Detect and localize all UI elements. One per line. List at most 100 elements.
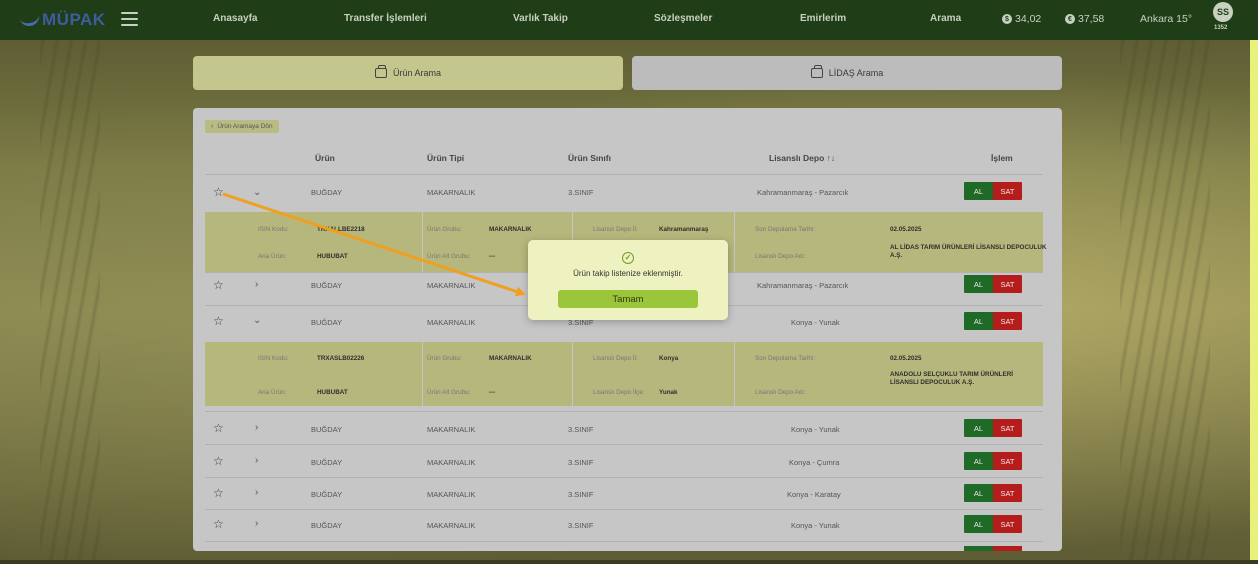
check-circle-icon: ✓: [622, 252, 634, 264]
buy-button[interactable]: AL: [964, 452, 993, 470]
detail-son-depolama-tarihi: 02.05.2025: [890, 355, 922, 362]
sell-button[interactable]: SAT: [993, 312, 1022, 330]
star-icon[interactable]: ☆: [213, 487, 224, 499]
detail-ana-urun: HUBUBAT: [317, 253, 348, 260]
sell-button[interactable]: SAT: [993, 484, 1022, 502]
chevron-right-icon[interactable]: ›: [255, 456, 258, 466]
buy-button[interactable]: AL: [964, 182, 993, 200]
row-depo: Konya - Yunak: [791, 425, 840, 434]
detail-isin: TRXASLB02226: [317, 355, 365, 362]
sell-button[interactable]: SAT: [993, 515, 1022, 533]
wheat-stalks-decoration: [40, 40, 100, 564]
row-divider: [205, 509, 1043, 510]
row-tip: MAKARNALIK: [427, 458, 476, 467]
hamburger-menu-icon[interactable]: [121, 12, 138, 26]
star-icon[interactable]: ☆: [213, 315, 224, 327]
buy-button-partial[interactable]: [964, 546, 993, 551]
detail-urun-alt-grubu: ---: [489, 389, 496, 396]
detail-label: Ana Ürün:: [258, 253, 287, 260]
nav-varlik-takip[interactable]: Varlık Takip: [513, 13, 568, 24]
row-depo: Konya - Çumra: [789, 458, 840, 467]
logo-mark-icon: [18, 12, 42, 28]
sell-button[interactable]: SAT: [993, 452, 1022, 470]
chevron-right-icon[interactable]: ›: [255, 280, 258, 290]
detail-son-depolama-tarihi: 02.05.2025: [890, 226, 922, 233]
detail-label: Lisanslı Depo Adı:: [755, 389, 806, 396]
row-depo: Konya - Karatay: [787, 490, 841, 499]
buy-button[interactable]: AL: [964, 275, 993, 293]
detail-depo-il: Kahramanmaraş: [659, 226, 709, 233]
user-avatar[interactable]: SS: [1213, 2, 1233, 22]
row-urun: BUĞDAY: [311, 425, 343, 434]
buy-button[interactable]: AL: [964, 312, 993, 330]
nav-arama[interactable]: Arama: [930, 13, 961, 24]
mupak-logo[interactable]: MÜPAK: [18, 9, 106, 31]
sell-button[interactable]: SAT: [993, 275, 1022, 293]
tab-lidas-arama[interactable]: LİDAŞ Arama: [632, 56, 1062, 90]
header-urun-sinifi: Ürün Sınıfı: [568, 153, 611, 163]
detail-depo-ilce: Yunak: [659, 389, 678, 396]
chevron-left-icon: ‹: [211, 123, 214, 130]
chevron-down-icon[interactable]: ⌄: [253, 188, 261, 198]
sell-button[interactable]: SAT: [993, 419, 1022, 437]
basket-icon: [374, 65, 387, 78]
detail-label: Lisanslı Depo İl:: [593, 226, 638, 233]
star-icon[interactable]: ☆: [213, 279, 224, 291]
euro-icon: €: [1065, 14, 1075, 24]
chevron-right-icon[interactable]: ›: [255, 488, 258, 498]
row-depo: Kahramanmaraş - Pazarcık: [757, 281, 849, 290]
detail-col-tarih-label: Son Depolama Tarihi: Lisanslı Depo Adı:: [735, 342, 885, 406]
row-tip: MAKARNALIK: [427, 188, 476, 197]
ok-button[interactable]: Tamam: [558, 290, 698, 308]
star-icon[interactable]: ☆: [213, 422, 224, 434]
chevron-down-icon[interactable]: ⌄: [253, 316, 261, 326]
detail-depo-adi: AL LİDAS TARIM ÜRÜNLERİ LİSANSLI DEPOCUL…: [890, 244, 1047, 259]
detail-col-il: Lisanslı Depo İl: Konya Lisanslı Depo İl…: [573, 342, 735, 406]
row-urun: BUĞDAY: [311, 281, 343, 290]
row-sinif: 3.SINIF: [568, 425, 594, 434]
star-icon[interactable]: ☆: [213, 186, 224, 198]
nav-emirlerim[interactable]: Emirlerim: [800, 13, 846, 24]
wheat-stalks-decoration: [1120, 40, 1210, 564]
back-to-search-label: Ürün Aramaya Dön: [217, 123, 273, 130]
nav-anasayfa[interactable]: Anasayfa: [213, 13, 257, 24]
star-icon[interactable]: ☆: [213, 518, 224, 530]
buy-button[interactable]: AL: [964, 515, 993, 533]
row-urun: BUĞDAY: [311, 318, 343, 327]
sell-button[interactable]: SAT: [993, 182, 1022, 200]
detail-label: Ürün Grubu:: [427, 226, 462, 233]
star-icon[interactable]: ☆: [213, 455, 224, 467]
row-tip: MAKARNALIK: [427, 318, 476, 327]
header-lisansli-depo[interactable]: Lisanslı Depo ↑↓: [769, 153, 835, 163]
detail-urun-grubu: MAKARNALIK: [489, 355, 532, 362]
row-urun: BUĞDAY: [311, 458, 343, 467]
chevron-right-icon[interactable]: ›: [255, 423, 258, 433]
buy-button[interactable]: AL: [964, 484, 993, 502]
logo-text: MÜPAK: [42, 10, 106, 29]
detail-col-tarih-label: Son Depolama Tarihi: Lisanslı Depo Adı:: [735, 212, 885, 272]
chevron-right-icon[interactable]: ›: [255, 519, 258, 529]
row-tip: MAKARNALIK: [427, 490, 476, 499]
nav-transfer-islemleri[interactable]: Transfer İşlemleri: [344, 13, 427, 24]
row-depo: Konya - Yunak: [791, 521, 840, 530]
row-divider: [205, 444, 1043, 445]
eur-rate-value: 37,58: [1078, 13, 1105, 25]
tab-urun-arama[interactable]: Ürün Arama: [193, 56, 623, 90]
nav-sozlesmeler[interactable]: Sözleşmeler: [654, 13, 712, 24]
row-divider: [205, 477, 1043, 478]
header-islem: İşlem: [991, 153, 1013, 163]
tab-lidas-arama-label: LİDAŞ Arama: [828, 68, 884, 78]
top-navbar: MÜPAK Anasayfa Transfer İşlemleri Varlık…: [0, 0, 1258, 40]
header-urun-tipi: Ürün Tipi: [427, 153, 465, 163]
success-dialog: ✓ Ürün takip listenize eklenmiştir. Tama…: [528, 240, 728, 320]
user-id: 1352: [1214, 25, 1228, 31]
results-panel: ‹ Ürün Aramaya Dön Ürün Ürün Tipi Ürün S…: [193, 108, 1062, 551]
detail-label: ISIN Kodu:: [258, 355, 289, 362]
sell-button-partial[interactable]: [993, 546, 1022, 551]
row-divider: [205, 411, 1043, 412]
buy-button[interactable]: AL: [964, 419, 993, 437]
row-urun: BUĞDAY: [311, 490, 343, 499]
detail-label: Lisanslı Depo Adı:: [755, 253, 806, 260]
detail-depo-adi: ANADOLU SELÇUKLU TARIM ÜRÜNLERİ LİSANSLI…: [890, 371, 1014, 386]
back-to-search-button[interactable]: ‹ Ürün Aramaya Dön: [205, 120, 279, 133]
